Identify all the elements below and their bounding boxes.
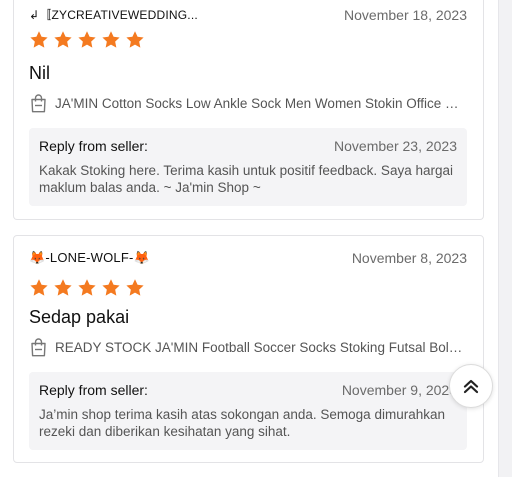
star-icon [78, 31, 96, 48]
purchased-product-link[interactable]: READY STOCK JA'MIN Football Soccer Socks… [30, 338, 463, 357]
reply-text: Kakak Stoking here. Terima kasih untuk p… [39, 163, 453, 195]
review-title: Nil [29, 63, 50, 83]
star-icon [126, 31, 144, 48]
product-name: READY STOCK JA'MIN Football Soccer Socks… [55, 340, 463, 355]
star-icon [54, 31, 72, 48]
reviewer-name: ↲〚ZYCREATIVEWEDDING... [29, 8, 198, 22]
review-card: ↲〚ZYCREATIVEWEDDING... November 18, 2023… [13, 0, 484, 220]
scrollbar-track[interactable] [498, 0, 512, 477]
seller-reply: Reply from seller: November 23, 2023 Kak… [29, 128, 467, 206]
reply-label: Reply from seller: [39, 382, 148, 398]
product-name: JA'MIN Cotton Socks Low Ankle Sock Men W… [55, 96, 463, 111]
star-icon [30, 31, 48, 48]
review-date: November 8, 2023 [351, 250, 467, 266]
reply-date: November 23, 2023 [334, 138, 457, 154]
review-title: Sedap pakai [29, 307, 130, 327]
reply-text: Ja’min shop terima kasih atas sokongan a… [39, 407, 445, 439]
star-icon [78, 279, 96, 296]
review-date: November 18, 2023 [344, 6, 467, 23]
reviewer-name: 🦊-LONE-WOLF-🦊 [29, 250, 150, 265]
review-header: ↲〚ZYCREATIVEWEDDING... November 18, 2023 [29, 6, 467, 23]
review-header: 🦊-LONE-WOLF-🦊 November 8, 2023 [29, 250, 467, 266]
review-card: 🦊-LONE-WOLF-🦊 November 8, 2023 Sedap pak… [13, 235, 484, 463]
star-rating [29, 30, 145, 50]
seller-reply: Reply from seller: November 9, 2023 Ja’m… [29, 372, 467, 450]
star-icon [102, 31, 120, 48]
reply-label: Reply from seller: [39, 138, 148, 154]
star-icon [126, 279, 144, 296]
double-chevron-up-icon [463, 379, 479, 394]
scroll-to-top-button[interactable] [449, 364, 493, 408]
star-icon [54, 279, 72, 296]
star-icon [30, 279, 48, 296]
reply-date: November 9, 2023 [341, 382, 457, 398]
shopping-bag-icon [31, 94, 46, 113]
star-rating [29, 278, 145, 298]
purchased-product-link[interactable]: JA'MIN Cotton Socks Low Ankle Sock Men W… [30, 94, 463, 113]
shopping-bag-icon [31, 338, 46, 357]
star-icon [102, 279, 120, 296]
